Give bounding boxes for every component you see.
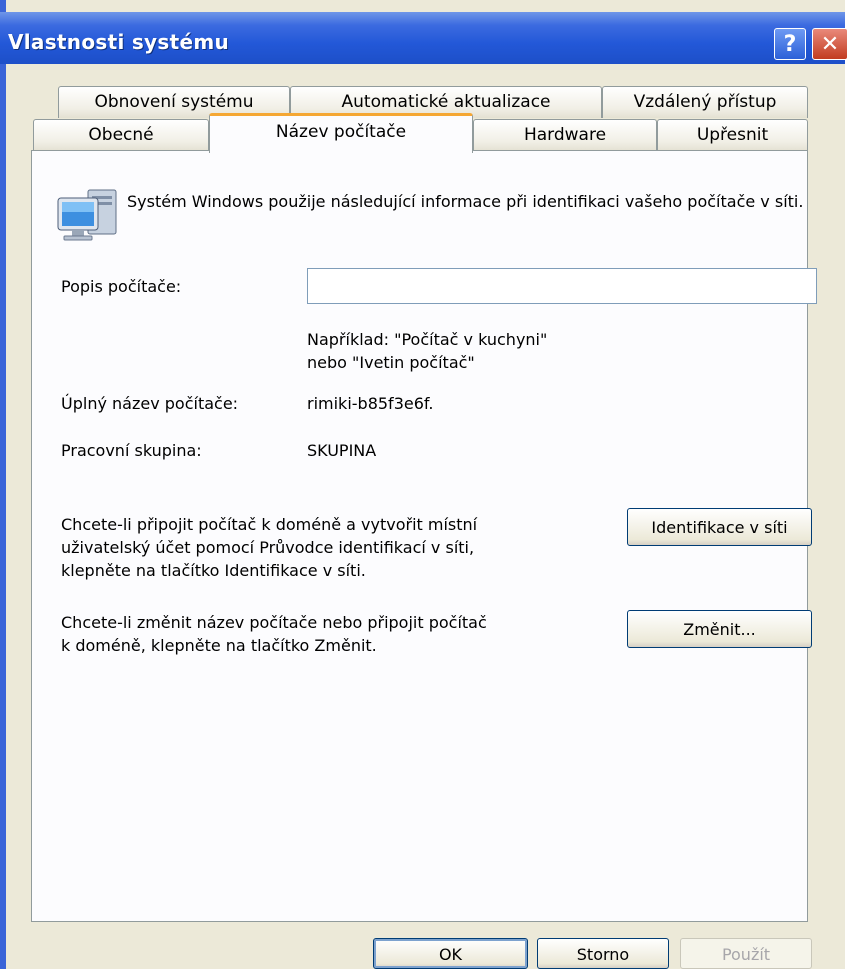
- change-button[interactable]: Změnit...: [627, 610, 812, 648]
- full-name-value: rimiki-b85f3e6f.: [307, 394, 434, 413]
- intro-text: Systém Windows použije následující infor…: [127, 192, 804, 211]
- tab-computer-name[interactable]: Název počítače: [209, 113, 473, 153]
- tab-remote[interactable]: Vzdálený přístup: [602, 86, 808, 118]
- cancel-button[interactable]: Storno: [537, 938, 669, 969]
- change-text-line1: Chcete-li změnit název počítače nebo při…: [61, 613, 487, 632]
- description-example-line1: Například: "Počítač v kuchyni": [307, 330, 548, 349]
- computer-description-input[interactable]: [307, 268, 817, 304]
- network-id-text-line1: Chcete-li připojit počítač k doméně a vy…: [61, 515, 478, 534]
- tab-advanced[interactable]: Upřesnit: [657, 119, 808, 151]
- description-label: Popis počítače:: [61, 277, 182, 296]
- tab-hardware[interactable]: Hardware: [473, 119, 657, 151]
- apply-button[interactable]: Použít: [680, 938, 812, 969]
- window-title: Vlastnosti systému: [8, 30, 230, 54]
- description-example-line2: nebo "Ivetin počítač": [307, 353, 475, 372]
- network-id-text-line3: klepněte na tlačítko Identifikace v síti…: [61, 561, 366, 580]
- tab-general[interactable]: Obecné: [33, 119, 209, 151]
- help-button[interactable]: ?: [774, 28, 806, 60]
- system-properties-window: Vlastnosti systému ? ✕ Obnovení systému …: [0, 0, 847, 969]
- close-icon: ✕: [820, 32, 840, 57]
- close-button[interactable]: ✕: [812, 28, 847, 60]
- network-id-text-line2: uživatelský účet pomocí Průvodce identif…: [61, 538, 475, 557]
- title-bar[interactable]: Vlastnosti systému ? ✕: [0, 12, 847, 64]
- workgroup-value: SKUPINA: [307, 441, 377, 460]
- computer-icon: [57, 189, 117, 241]
- change-text-line2: k doméně, klepněte na tlačítko Změnit.: [61, 636, 377, 655]
- network-id-button[interactable]: Identifikace v síti: [627, 508, 812, 546]
- ok-button[interactable]: OK: [373, 938, 528, 969]
- window-left-border: [0, 0, 6, 969]
- full-name-label: Úplný název počítače:: [61, 394, 239, 413]
- workgroup-label: Pracovní skupina:: [61, 441, 202, 460]
